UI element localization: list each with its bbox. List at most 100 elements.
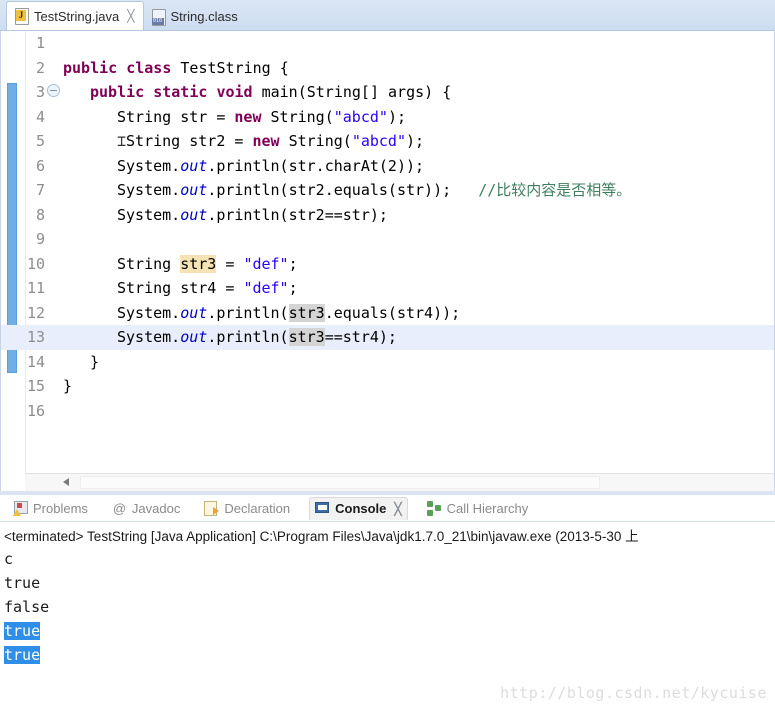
code-token: String str2 = <box>126 132 253 150</box>
line-number: 12 <box>26 303 45 322</box>
editor-tab-label: String.class <box>170 9 238 24</box>
code-editor[interactable]: 1 2 public class TestString {3 public stati… <box>0 31 775 491</box>
code-line[interactable]: 5 ⌶String str2 = new String("abcd"); <box>1 129 774 154</box>
code-line[interactable]: 12 System.out.println(str3.equals(str4)); <box>1 301 774 326</box>
line-number: 8 <box>35 205 45 224</box>
code-line[interactable]: 3 public static void main(String[] args) … <box>1 80 774 105</box>
code-token: String( <box>261 107 334 126</box>
editor-tab-bar: J TestString.java ╳ 010 String.class <box>0 0 775 31</box>
text-cursor-icon: ⌶ <box>117 132 127 150</box>
code-line[interactable]: 10 String str3 = "def"; <box>1 252 774 277</box>
code-token: .println(str.charAt(2)); <box>207 156 425 175</box>
code-token: out <box>180 303 208 322</box>
code-text-area[interactable]: 1 2 public class TestString {3 public stati… <box>1 31 774 491</box>
selected-text: true <box>4 622 41 640</box>
code-line[interactable]: 14} <box>1 350 774 375</box>
code-line[interactable]: 8 System.out.println(str2==str); <box>1 203 774 228</box>
code-token: "def" <box>243 279 289 297</box>
line-number: 15 <box>26 377 45 395</box>
code-token: ==str4); <box>324 328 397 346</box>
code-token: System. <box>117 181 181 199</box>
scroll-left-icon[interactable] <box>63 478 69 486</box>
line-number: 14 <box>26 352 45 371</box>
fold-collapse-icon[interactable] <box>47 84 60 97</box>
java-file-icon: J <box>14 8 29 25</box>
code-token: new <box>234 107 262 126</box>
code-token: ; <box>288 279 298 297</box>
code-token: //比较内容是否相等。 <box>478 181 632 199</box>
console-view: Problems @ Javadoc Declaration Console ╳… <box>0 495 775 716</box>
code-token: TestString { <box>171 58 289 77</box>
code-token: public <box>63 58 118 77</box>
code-token: main(String[] args) { <box>252 83 452 101</box>
code-line-text: System.out.println(str2==str); <box>117 203 388 228</box>
editor-horizontal-scrollbar[interactable] <box>25 473 774 491</box>
editor-tab-testtring-java[interactable]: J TestString.java ╳ <box>6 1 144 30</box>
console-launch-line: <terminated> TestString [Java Applicatio… <box>4 529 639 544</box>
tab-problems[interactable]: Problems <box>8 497 93 520</box>
code-token: System. <box>117 328 181 346</box>
code-token: str3 <box>180 254 217 273</box>
code-line[interactable]: 6 System.out.println(str.charAt(2)); <box>1 154 774 179</box>
code-token: String str4 = <box>117 279 244 297</box>
code-token: out <box>180 205 208 224</box>
editor-tab-string-class[interactable]: 010 String.class <box>144 3 246 30</box>
javadoc-icon: @ <box>112 500 127 516</box>
view-tab-bar: Problems @ Javadoc Declaration Console ╳… <box>0 495 775 522</box>
code-line-text: } <box>63 374 72 399</box>
tab-javadoc[interactable]: @ Javadoc <box>107 497 185 520</box>
line-number: 3 <box>35 83 45 101</box>
line-number: 4 <box>35 107 45 126</box>
code-token: ); <box>387 107 406 126</box>
call-hierarchy-icon <box>426 500 442 516</box>
tab-console[interactable]: Console ╳ <box>309 496 408 520</box>
close-icon[interactable]: ╳ <box>394 503 401 515</box>
code-token: ; <box>288 254 298 273</box>
code-token: static <box>153 83 208 101</box>
code-line-text: System.out.println(str3==str4); <box>117 325 397 350</box>
code-token: .equals(str4)); <box>324 303 461 322</box>
code-line[interactable]: 11 String str4 = "def"; <box>1 276 774 301</box>
line-number: 16 <box>26 401 45 420</box>
selected-text: true <box>4 646 41 664</box>
console-output-line: true <box>0 619 775 643</box>
code-line-text: public class TestString { <box>63 56 289 81</box>
code-line[interactable]: 13 System.out.println(str3==str4); <box>1 325 774 350</box>
editor-tab-label: TestString.java <box>34 8 120 24</box>
watermark: http://blog.csdn.net/kycuise <box>500 684 767 702</box>
code-line[interactable]: 1 <box>1 31 774 56</box>
console-output-line: c <box>0 547 775 571</box>
code-token: System. <box>117 303 181 322</box>
code-line[interactable]: 7 System.out.println(str2.equals(str)); /… <box>1 178 774 203</box>
code-token: public <box>90 83 145 101</box>
tab-label: Console <box>335 501 387 516</box>
code-token: out <box>180 156 208 175</box>
class-file-icon: 010 <box>151 8 166 26</box>
code-token: class <box>126 58 172 77</box>
close-icon[interactable]: ╳ <box>127 10 134 22</box>
code-line[interactable]: 2 public class TestString { <box>1 56 774 81</box>
code-token: .println(str2.equals(str)); <box>207 181 452 199</box>
code-token: ); <box>406 132 425 150</box>
code-line[interactable]: 16 <box>1 399 774 424</box>
code-token: str3 <box>288 303 325 322</box>
code-token: } <box>63 377 73 395</box>
code-line[interactable]: 9 <box>1 227 774 252</box>
output-text: c <box>4 550 14 568</box>
console-icon <box>315 501 330 516</box>
code-line-text: } <box>90 350 99 375</box>
tab-call-hierarchy[interactable]: Call Hierarchy <box>422 497 534 520</box>
line-number: 10 <box>26 254 45 273</box>
code-line[interactable]: 4 String str = new String("abcd"); <box>1 105 774 130</box>
line-number: 5 <box>35 132 45 150</box>
code-token: out <box>180 181 208 199</box>
code-line-text: ⌶String str2 = new String("abcd"); <box>117 129 424 154</box>
code-line-text: System.out.println(str2.equals(str)); //… <box>117 178 631 203</box>
code-token: out <box>180 328 208 346</box>
tab-label: Javadoc <box>131 500 181 516</box>
code-line[interactable]: 15} <box>1 374 774 399</box>
tab-declaration[interactable]: Declaration <box>199 497 295 520</box>
scrollbar-thumb[interactable] <box>80 476 600 489</box>
